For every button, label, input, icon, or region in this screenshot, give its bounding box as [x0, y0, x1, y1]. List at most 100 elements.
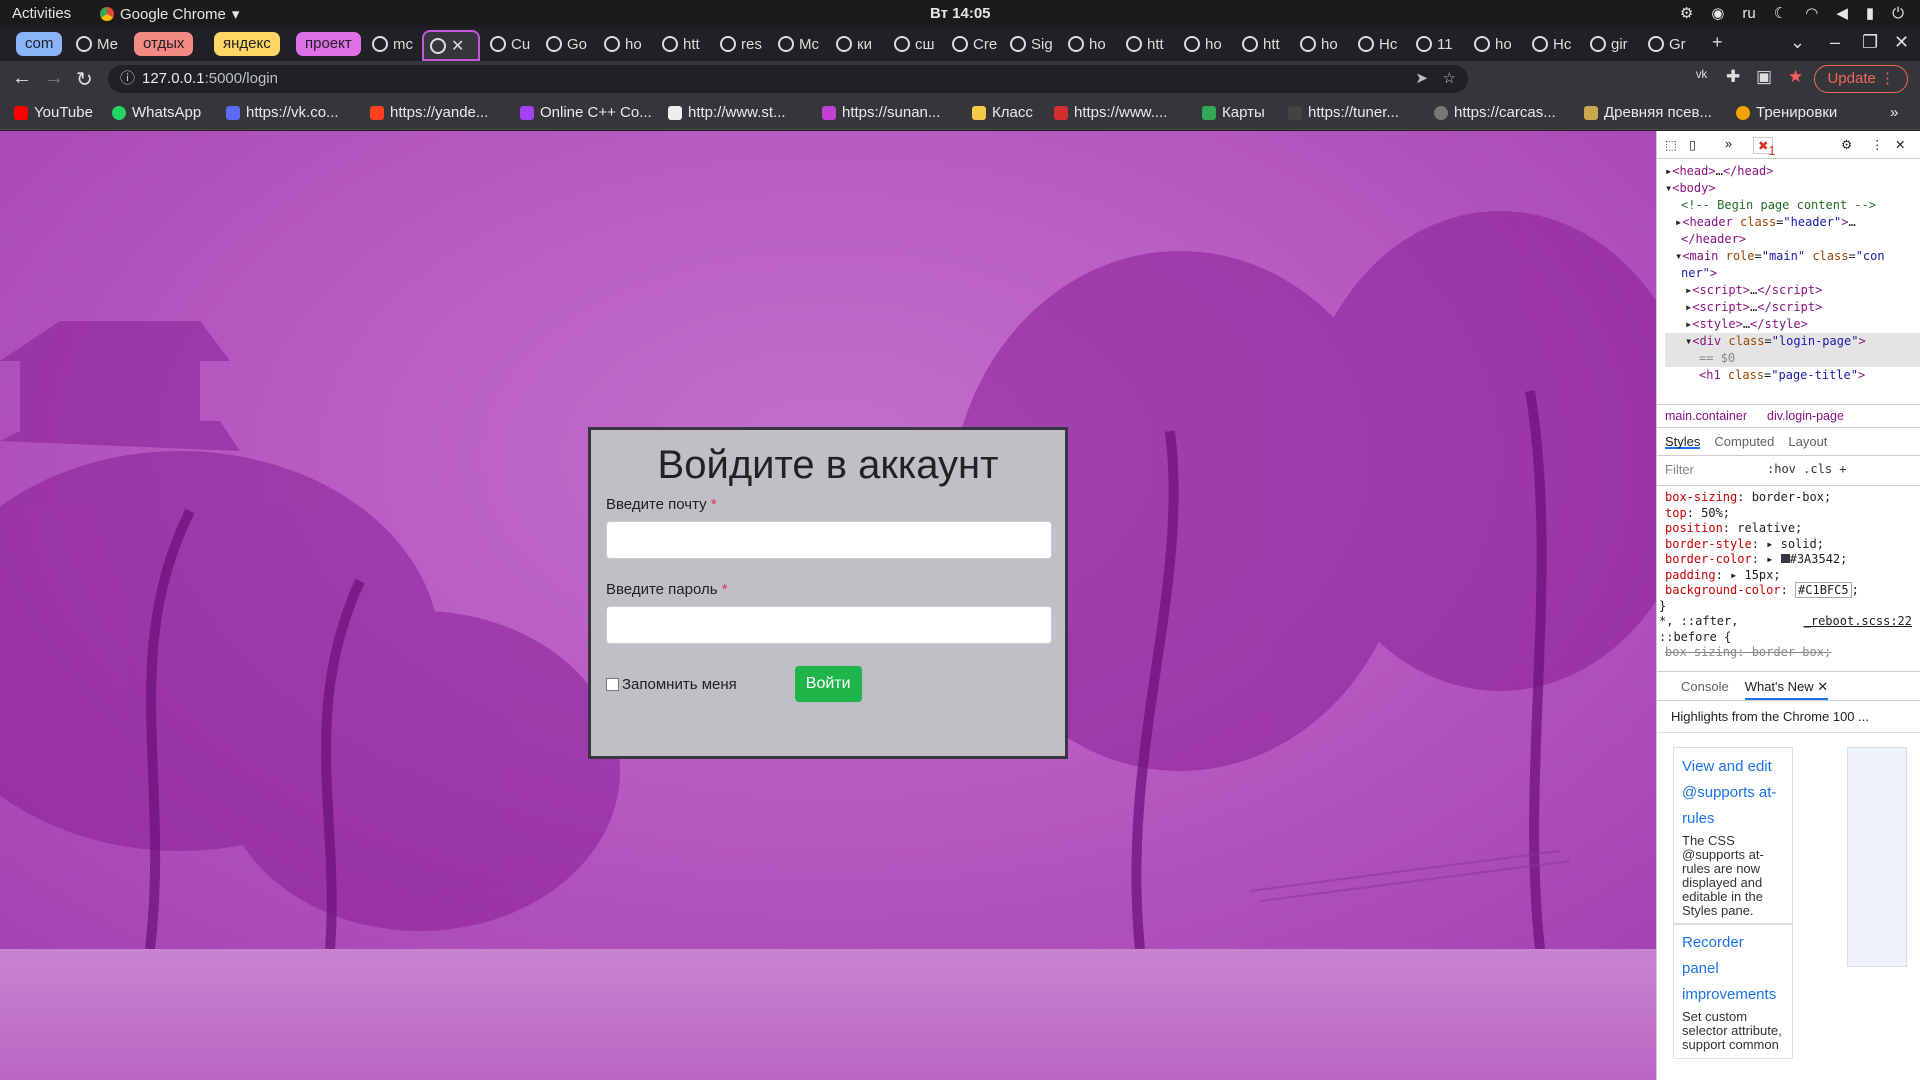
tab-computed[interactable]: Computed [1714, 434, 1774, 449]
new-tab-plus-icon[interactable]: + [1712, 32, 1723, 53]
error-badge[interactable]: ✖ 1 [1753, 137, 1775, 158]
tab-search-chevron-icon[interactable]: ⌄ [1790, 32, 1805, 53]
tab[interactable]: ho [1062, 30, 1114, 58]
remember-me-label[interactable]: Запомнить меня [622, 676, 737, 693]
minimize-icon[interactable]: – [1830, 32, 1840, 53]
tab[interactable]: ho [598, 30, 650, 58]
forward-arrow-icon[interactable]: → [44, 67, 64, 90]
tab[interactable]: Hc [1352, 30, 1404, 58]
password-field[interactable] [606, 606, 1052, 644]
tab-whats-new[interactable]: What's New ✕ [1744, 679, 1829, 700]
clock[interactable]: Вт 14:05 [930, 5, 991, 22]
bookmark-item[interactable]: Класс [972, 104, 1033, 121]
tab-active[interactable]: ✕ [422, 30, 480, 61]
tab-group-project[interactable]: проект [296, 32, 361, 56]
close-devtools-icon[interactable]: ✕ [1895, 137, 1905, 152]
close-tab-icon[interactable]: ✕ [451, 36, 464, 56]
tab[interactable]: gir [1584, 30, 1636, 58]
breadcrumb-item[interactable]: main.container [1665, 409, 1747, 423]
bookmark-star-icon[interactable]: ☆ [1443, 65, 1456, 93]
tab[interactable]: 11 [1410, 30, 1462, 58]
tab[interactable]: ho [1468, 30, 1520, 58]
tab[interactable]: res [714, 30, 766, 58]
app-menu[interactable]: Google Chrome ▾ [100, 5, 239, 23]
whats-new-card[interactable]: View and edit @supports at-rules The CSS… [1673, 747, 1793, 925]
tab[interactable]: Go [540, 30, 592, 58]
profile-star-icon[interactable]: ★ [1788, 67, 1803, 87]
bookmark-item[interactable]: https://www.... [1054, 104, 1167, 121]
extensions-puzzle-icon[interactable]: ✚ [1726, 67, 1740, 87]
kebab-menu-icon[interactable]: ⋮ [1871, 137, 1884, 152]
bookmark-item[interactable]: YouTube [14, 104, 93, 121]
bookmark-item[interactable]: https://yande... [370, 104, 488, 121]
tab[interactable]: ho [1178, 30, 1230, 58]
device-toggle-icon[interactable]: ▯ [1689, 137, 1696, 152]
send-icon[interactable]: ➤ [1415, 65, 1428, 93]
styles-filter-input[interactable]: Filter :hov .cls + [1657, 456, 1920, 486]
tab[interactable]: ho [1294, 30, 1346, 58]
breadcrumb-item[interactable]: div.login-page [1767, 409, 1844, 423]
bookmark-item[interactable]: Online C++ Co... [520, 104, 652, 121]
inspect-element-icon[interactable]: ⬚ [1665, 137, 1677, 152]
email-field[interactable] [606, 521, 1052, 559]
tab-group-rest[interactable]: отдых [134, 32, 194, 56]
discord-icon[interactable]: ◉ [1711, 4, 1724, 22]
tab-styles[interactable]: Styles [1665, 434, 1701, 449]
required-mark: * [710, 496, 717, 513]
styles-pane[interactable]: box-sizing: border-box; top: 50%; positi… [1657, 486, 1920, 671]
bookmark-item[interactable]: Тренировки [1736, 104, 1837, 121]
bookmark-item[interactable]: Древняя псев... [1584, 104, 1712, 121]
tab[interactable]: Sig [1004, 30, 1056, 58]
bookmark-item[interactable]: https://sunan... [822, 104, 940, 121]
login-submit-button[interactable]: Войти [794, 666, 862, 702]
address-bar[interactable]: ⓘ 127.0.0.1:5000/login ➤ ☆ [108, 65, 1468, 93]
tab[interactable]: htt [656, 30, 708, 58]
more-panels-icon[interactable]: » [1725, 137, 1732, 151]
whats-new-card[interactable]: Recorder panel improvements Set custom s… [1673, 923, 1793, 1059]
tab-console[interactable]: Console [1681, 679, 1729, 700]
tab[interactable]: htt [1120, 30, 1172, 58]
tab[interactable]: Cu [484, 30, 534, 58]
tab-favicon-icon [1532, 36, 1548, 52]
tab[interactable]: Gr [1642, 30, 1694, 58]
bookmark-item[interactable]: http://www.st... [668, 104, 786, 121]
tab-layout[interactable]: Layout [1788, 434, 1827, 449]
remember-me-checkbox[interactable] [606, 677, 619, 691]
info-icon[interactable]: ⓘ [120, 65, 135, 93]
vk-extension-icon[interactable]: ᵛᵏ [1696, 67, 1707, 87]
reload-icon[interactable]: ↻ [76, 67, 93, 92]
tab-favicon-icon [76, 36, 92, 52]
tab[interactable]: Mc [772, 30, 824, 58]
tab-group-yandex[interactable]: яндекс [214, 32, 280, 56]
elements-tree[interactable]: ▸<head>…</head> ▾<body> <!-- Begin page … [1657, 159, 1920, 404]
bookmark-item[interactable]: https://tuner... [1288, 104, 1399, 121]
card-heading[interactable]: View and edit @supports at-rules [1682, 754, 1784, 832]
bookmark-item[interactable]: https://vk.co... [226, 104, 339, 121]
hov-toggle[interactable]: :hov .cls + [1767, 462, 1847, 476]
more-bookmarks-chevron-icon[interactable]: » [1890, 104, 1898, 121]
card-heading[interactable]: Recorder panel improvements [1682, 930, 1784, 1008]
power-menu-icon[interactable]: ⏻ [1892, 5, 1904, 22]
activities-button[interactable]: Activities [12, 5, 71, 22]
bookmark-item[interactable]: WhatsApp [112, 104, 201, 121]
tab[interactable]: htt [1236, 30, 1288, 58]
tab[interactable]: ки [830, 30, 882, 58]
bookmark-item[interactable]: https://carcas... [1434, 104, 1556, 121]
tab[interactable]: сш [888, 30, 940, 58]
tab-favicon-icon [1068, 36, 1084, 52]
tab[interactable]: Ме [70, 30, 124, 58]
system-tray[interactable]: ⚙ ◉ ru ☾ ◠ ◀ ▮ ⏻ [1680, 4, 1904, 23]
language-indicator[interactable]: ru [1742, 5, 1755, 22]
close-window-icon[interactable]: ✕ [1894, 32, 1909, 53]
tab[interactable]: Cre [946, 30, 998, 58]
side-panel-icon[interactable]: ▣ [1756, 67, 1772, 87]
update-button[interactable]: Update ⋮ [1814, 65, 1908, 93]
tab[interactable]: mc [366, 30, 420, 58]
tab-group-com[interactable]: com [16, 32, 63, 56]
steam-icon[interactable]: ⚙ [1680, 4, 1693, 22]
back-arrow-icon[interactable]: ← [12, 67, 32, 90]
settings-gear-icon[interactable]: ⚙ [1841, 137, 1852, 152]
tab[interactable]: Hc [1526, 30, 1578, 58]
bookmark-item[interactable]: Карты [1202, 104, 1265, 121]
maximize-icon[interactable]: ❐ [1862, 32, 1878, 53]
